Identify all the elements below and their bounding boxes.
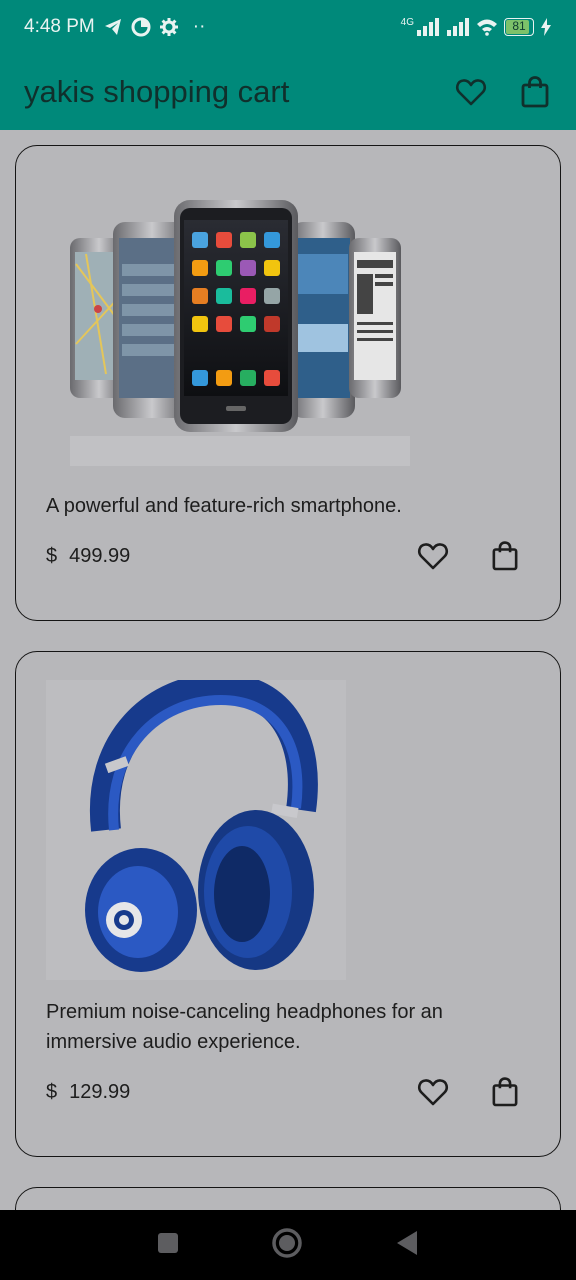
cart-button[interactable] [518,75,552,109]
product-card-headphones[interactable]: Premium noise-canceling headphones for a… [15,651,561,1157]
nav-back-icon [397,1230,417,1255]
price-value: 499.99 [69,544,131,567]
add-to-cart-button[interactable] [488,539,522,573]
shopping-bag-icon [492,1077,518,1107]
wifi-icon [476,18,498,36]
product-card-smartphone[interactable]: A powerful and feature-rich smartphone. … [15,145,561,621]
price-row: $ 129.99 [46,1075,522,1109]
product-image-headphones [46,680,346,980]
gear-icon [159,17,179,37]
product-price: $ 129.99 [46,1081,130,1104]
back-button[interactable] [395,1230,419,1261]
currency-symbol: $ [46,544,58,567]
product-card-partial[interactable] [15,1187,561,1210]
status-time: 4:48 PM [24,16,95,37]
status-bar: 4:48 PM ·· 4G 81 [0,0,576,54]
product-list[interactable]: A powerful and feature-rich smartphone. … [0,130,576,1210]
signal-icon [416,18,440,36]
add-to-cart-button[interactable] [488,1075,522,1109]
shopping-bag-icon [521,76,549,108]
nav-home-icon [272,1227,302,1258]
signal-icon [446,18,470,36]
product-description: A powerful and feature-rich smartphone. [46,495,402,517]
add-to-favorites-button[interactable] [416,539,450,573]
add-to-favorites-button[interactable] [416,1075,450,1109]
product-description: Premium noise-canceling headphones for a… [46,1001,443,1053]
product-price: $ 499.99 [46,545,130,568]
more-dots: ·· [192,16,206,37]
app-bar: yakis shopping cart [0,54,576,130]
heart-icon [418,543,448,570]
recents-button[interactable] [157,1232,179,1259]
heart-icon [456,79,486,106]
price-value: 129.99 [69,1080,131,1103]
data-saver-icon [131,17,151,37]
charging-icon [540,18,552,36]
battery-level: 81 [512,19,526,33]
app-title: yakis shopping cart [24,74,290,109]
nav-square-icon [158,1232,178,1253]
favorites-button[interactable] [454,75,488,109]
battery-icon: 81 [504,18,534,36]
currency-symbol: $ [46,1080,58,1103]
product-image-smartphones [70,200,410,466]
shopping-bag-icon [492,541,518,571]
telegram-icon [103,17,123,37]
price-row: $ 499.99 [46,539,522,573]
heart-icon [418,1079,448,1106]
system-nav-bar [0,1210,576,1280]
network-type: 4G [400,16,414,28]
home-button[interactable] [271,1227,303,1264]
